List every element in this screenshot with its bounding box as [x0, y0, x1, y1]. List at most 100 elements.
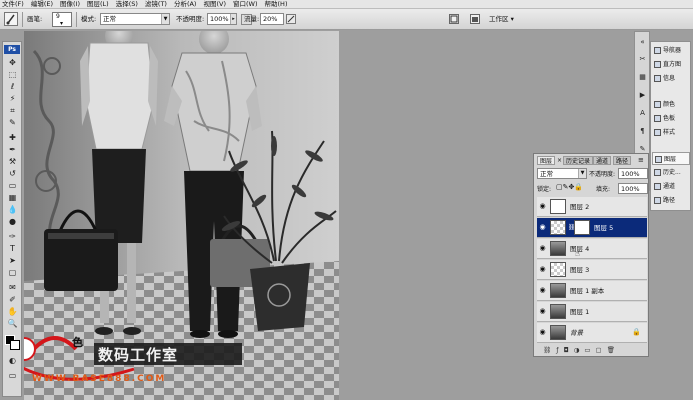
type-tool-icon[interactable]: T	[6, 243, 19, 254]
panel-histogram[interactable]: 直方图	[652, 58, 690, 71]
healing-brush-tool-icon[interactable]: ✚	[6, 132, 19, 143]
eye-icon[interactable]: ◉	[538, 223, 547, 232]
panel-menu-icon[interactable]: ≡	[638, 156, 644, 164]
slice-tool-icon[interactable]: ✎	[6, 117, 19, 128]
tab-channels[interactable]: 通道	[593, 156, 612, 165]
dodge-tool-icon[interactable]: ●	[6, 216, 19, 227]
link-layers-icon[interactable]: ⛓	[543, 346, 556, 354]
menu-edit[interactable]: 编辑(E)	[31, 0, 53, 9]
layers-footer-buttons[interactable]: ⛓ƒ◘◑▭▢🗑	[537, 346, 647, 355]
layer-row[interactable]: ◉ 背景 🔒	[537, 323, 647, 343]
layer-row[interactable]: ◉ 图层 3	[537, 260, 647, 280]
swatch-icon[interactable]: ▦	[637, 72, 648, 82]
close-icon[interactable]: ×	[557, 157, 562, 164]
bridge-icon	[472, 17, 478, 22]
panel-swatches[interactable]: 色板	[652, 112, 690, 125]
clone-stamp-tool-icon[interactable]: ⚒	[6, 156, 19, 167]
blend-mode-select[interactable]: 正常 ▼	[537, 168, 587, 179]
eye-icon[interactable]: ◉	[538, 202, 547, 211]
tab-paths[interactable]: 路径	[613, 156, 632, 165]
menu-select[interactable]: 选择(S)	[116, 0, 138, 9]
mask-icon[interactable]: ◘	[564, 346, 574, 354]
marquee-tool-icon[interactable]: ⬚	[6, 69, 19, 80]
actions-icon[interactable]: ▶	[637, 90, 648, 100]
eye-icon[interactable]: ◉	[538, 328, 547, 337]
gradient-tool-icon[interactable]: ▦	[6, 192, 19, 203]
palette-well-button[interactable]	[449, 14, 459, 24]
character-icon[interactable]: A	[637, 108, 648, 118]
lock-icons[interactable]: ▢✎✥🔒	[556, 183, 583, 191]
opacity-input[interactable]: 100% ▸	[207, 13, 237, 25]
crop-tool-icon[interactable]: ⌗	[6, 105, 19, 116]
move-tool-icon[interactable]: ✥	[6, 57, 19, 68]
layer-name: 图层 2	[570, 203, 590, 211]
menu-analysis[interactable]: 分析(A)	[174, 0, 197, 9]
flow-value: 20%	[263, 15, 278, 23]
fx-icon[interactable]: ƒ	[556, 346, 563, 354]
eye-icon[interactable]: ◉	[538, 244, 547, 253]
eye-icon[interactable]: ◉	[538, 286, 547, 295]
path-selection-tool-icon[interactable]: ➤	[6, 255, 19, 266]
paragraph-icon[interactable]: ¶	[637, 126, 648, 136]
trash-icon[interactable]: 🗑	[607, 346, 620, 354]
tab-history[interactable]: 历史记录	[563, 156, 594, 165]
lock-label: 锁定:	[537, 186, 552, 193]
tool-preset-picker[interactable]	[4, 12, 18, 26]
quick-mask-icon[interactable]: ◐	[6, 355, 19, 366]
panel-styles[interactable]: 样式	[652, 126, 690, 139]
panel-history[interactable]: 历史...	[652, 166, 690, 179]
history-brush-tool-icon[interactable]: ↺	[6, 168, 19, 179]
layer-row[interactable]: ◉ 图层 1	[537, 302, 647, 322]
lasso-tool-icon[interactable]: ℓ	[6, 81, 19, 92]
layer-row-selected[interactable]: ◉ ⛓ 图层 5	[537, 218, 647, 238]
adjustment-icon[interactable]: ◑	[574, 346, 585, 354]
notes-tool-icon[interactable]: ✉	[6, 282, 19, 293]
shape-tool-icon[interactable]: ▢	[6, 267, 19, 278]
menu-layer[interactable]: 图层(L)	[87, 0, 109, 9]
menu-help[interactable]: 帮助(H)	[265, 0, 288, 9]
options-bar: 画笔: 9 ▾ 模式: 正常 ▼ 不透明度: 100% ▸ 流量: 20% 工作…	[0, 9, 693, 30]
panel-channels[interactable]: 通道	[652, 180, 690, 193]
mode-select[interactable]: 正常 ▼	[100, 13, 170, 25]
menu-file[interactable]: 文件(F)	[2, 0, 24, 9]
layer-opacity-input[interactable]: 100%	[618, 168, 648, 179]
panel-navigator[interactable]: 导航器	[652, 44, 690, 57]
pen-tool-icon[interactable]: ✑	[6, 231, 19, 242]
panel-layers[interactable]: 图层	[652, 152, 690, 165]
magic-wand-tool-icon[interactable]: ⚡	[6, 93, 19, 104]
eyedropper-tool-icon[interactable]: ✐	[6, 294, 19, 305]
dock-collapse-icon[interactable]: «	[637, 37, 648, 47]
eraser-tool-icon[interactable]: ▭	[6, 180, 19, 191]
brush-size-picker[interactable]: 9 ▾	[52, 12, 72, 27]
panel-color[interactable]: 颜色	[652, 98, 690, 111]
history-icon	[654, 169, 661, 176]
layer-row[interactable]: ◉ 图层 2	[537, 197, 647, 217]
screen-mode-icon[interactable]: ▭	[6, 370, 19, 381]
fill-input[interactable]: 100%	[618, 183, 648, 194]
brush-tool-icon[interactable]: ✒	[6, 144, 19, 155]
menu-filter[interactable]: 滤镜(T)	[145, 0, 167, 9]
menu-window[interactable]: 窗口(W)	[233, 0, 258, 9]
tab-layers[interactable]: 图层	[537, 156, 556, 165]
color-icon	[654, 101, 661, 108]
eye-icon[interactable]: ◉	[538, 265, 547, 274]
menu-view[interactable]: 视图(V)	[203, 0, 226, 9]
panel-info[interactable]: 信息	[652, 72, 690, 85]
bridge-button[interactable]	[470, 14, 480, 24]
tools-icon[interactable]: ✂	[637, 54, 648, 64]
document-canvas[interactable]: 色 数码工作室 WWW.BASE888.COM	[24, 31, 339, 400]
group-icon[interactable]: ▭	[584, 346, 595, 354]
flow-input[interactable]: 20%	[260, 13, 284, 25]
menu-image[interactable]: 图像(I)	[60, 0, 80, 9]
workspace-button[interactable]: 工作区 ▾	[486, 13, 518, 26]
layer-row[interactable]: ◉ 图层 1 副本	[537, 281, 647, 301]
background-color-swatch[interactable]	[10, 340, 20, 350]
tablet-pressure-button[interactable]	[286, 14, 296, 24]
layer-row[interactable]: ◉ 图层 4 ☝	[537, 239, 647, 259]
eye-icon[interactable]: ◉	[538, 307, 547, 316]
blur-tool-icon[interactable]: 💧	[6, 204, 19, 215]
zoom-tool-icon[interactable]: 🔍	[6, 318, 19, 329]
new-layer-icon[interactable]: ▢	[596, 346, 607, 354]
panel-paths[interactable]: 路径	[652, 194, 690, 207]
hand-tool-icon[interactable]: ✋	[6, 306, 19, 317]
